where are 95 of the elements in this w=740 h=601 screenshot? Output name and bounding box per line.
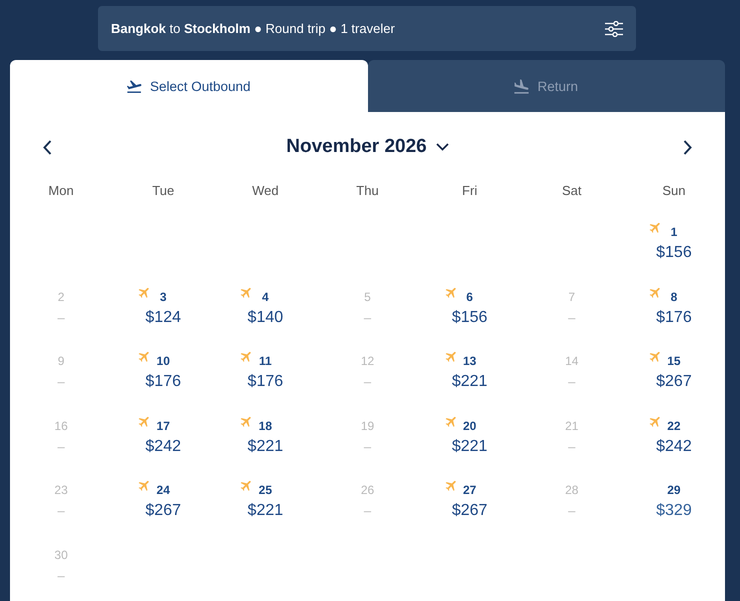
plane-icon [138, 479, 152, 492]
day-number[interactable]: 3 [160, 290, 167, 304]
plane-icon [240, 350, 254, 363]
no-fare-dash: – [568, 438, 576, 456]
next-month-button[interactable] [683, 140, 692, 154]
month-dropdown[interactable]: November 2026 [286, 136, 449, 158]
plane-icon [648, 221, 662, 234]
day-number: 19 [360, 418, 374, 432]
day-number[interactable]: 8 [670, 290, 678, 304]
fare-price[interactable]: $267 [145, 500, 181, 522]
previous-month-button[interactable] [43, 140, 52, 154]
plane-icon [240, 479, 254, 492]
fare-price[interactable]: $124 [145, 306, 181, 328]
day-number: 2 [58, 290, 64, 304]
no-fare-dash: – [57, 502, 65, 520]
fare-price[interactable]: $267 [656, 371, 692, 393]
fare-price[interactable]: $221 [452, 371, 488, 393]
plane-icon [444, 350, 458, 363]
plane-icon [240, 286, 254, 298]
day-number[interactable]: 29 [667, 483, 681, 497]
no-fare-dash: – [364, 502, 372, 520]
takeoff-plane-icon [126, 78, 142, 94]
no-fare-dash: – [568, 308, 576, 326]
fare-price[interactable]: $156 [656, 242, 692, 264]
day-number: 30 [54, 548, 68, 562]
fare-price[interactable]: $140 [248, 306, 284, 328]
day-number[interactable]: 15 [667, 354, 681, 368]
day-number[interactable]: 25 [258, 483, 272, 497]
fare-price[interactable]: $242 [145, 436, 181, 458]
no-fare-dash: – [364, 308, 372, 326]
day-number[interactable]: 22 [667, 418, 681, 432]
fare-price[interactable]: $176 [248, 371, 284, 393]
weekday-label: Sat [562, 182, 582, 200]
weekday-label: Fri [462, 182, 478, 200]
outbound-tab[interactable]: Select Outbound [10, 60, 368, 112]
no-fare-dash: – [57, 308, 65, 326]
day-number: 14 [565, 354, 578, 368]
weekday-label: Wed [252, 182, 279, 200]
day-number[interactable]: 10 [156, 354, 170, 368]
no-fare-dash: – [57, 438, 65, 456]
fare-price[interactable]: $176 [145, 371, 181, 393]
filter-button[interactable] [605, 20, 623, 36]
fare-price[interactable]: $267 [452, 500, 488, 522]
plane-icon [240, 414, 254, 428]
plane-icon [444, 479, 458, 492]
plane-icon [138, 350, 152, 363]
fare-price[interactable]: $221 [248, 500, 284, 522]
day-number[interactable]: 6 [466, 290, 473, 304]
fare-price[interactable]: $221 [452, 436, 488, 458]
day-number: 26 [360, 483, 374, 497]
day-number: 9 [58, 354, 64, 368]
day-number: 21 [565, 418, 578, 432]
day-number: 7 [568, 290, 576, 304]
day-number[interactable]: 20 [462, 418, 476, 432]
no-fare-dash: – [568, 502, 576, 520]
landing-plane-icon [514, 78, 530, 94]
day-number: 23 [54, 483, 68, 497]
plane-icon [138, 414, 152, 428]
plane-icon [648, 350, 662, 363]
trip-summary: Bangkok to Stockholm ● Round trip ● 1 traveler [111, 21, 395, 36]
no-fare-dash: – [364, 373, 372, 391]
fare-price[interactable]: $156 [452, 306, 488, 328]
chevron-right-icon [683, 140, 692, 154]
chevron-left-icon [43, 140, 52, 154]
no-fare-dash: – [364, 438, 372, 456]
sliders-icon [605, 20, 623, 36]
weekday-label: Sun [662, 182, 686, 200]
plane-icon [444, 286, 458, 298]
day-number[interactable]: 1 [670, 225, 678, 239]
fare-price[interactable]: $221 [248, 436, 284, 458]
fare-price[interactable]: $242 [656, 436, 692, 458]
no-fare-dash: – [57, 566, 65, 584]
plane-icon [648, 286, 662, 298]
plane-icon [648, 414, 662, 428]
plane-icon [138, 286, 152, 298]
weekday-label: Thu [356, 182, 379, 200]
day-number[interactable]: 27 [462, 483, 476, 497]
day-number[interactable]: 11 [259, 354, 272, 368]
day-number: 12 [360, 354, 374, 368]
chevron-down-icon [436, 143, 449, 151]
no-fare-dash: – [57, 373, 65, 391]
day-number[interactable]: 13 [462, 354, 476, 368]
day-number[interactable]: 18 [258, 418, 272, 432]
fare-price[interactable]: $176 [656, 306, 692, 328]
day-number[interactable]: 24 [156, 483, 170, 497]
weekday-label: Tue [152, 182, 174, 200]
day-number[interactable]: 17 [156, 418, 170, 432]
fare-price[interactable]: $329 [656, 500, 692, 522]
day-number: 16 [54, 418, 68, 432]
plane-icon [444, 414, 458, 428]
day-number[interactable]: 4 [262, 290, 269, 304]
no-fare-dash: – [568, 373, 576, 391]
weekday-label: Mon [48, 182, 74, 200]
day-number: 28 [565, 483, 578, 497]
day-number: 5 [364, 290, 371, 304]
